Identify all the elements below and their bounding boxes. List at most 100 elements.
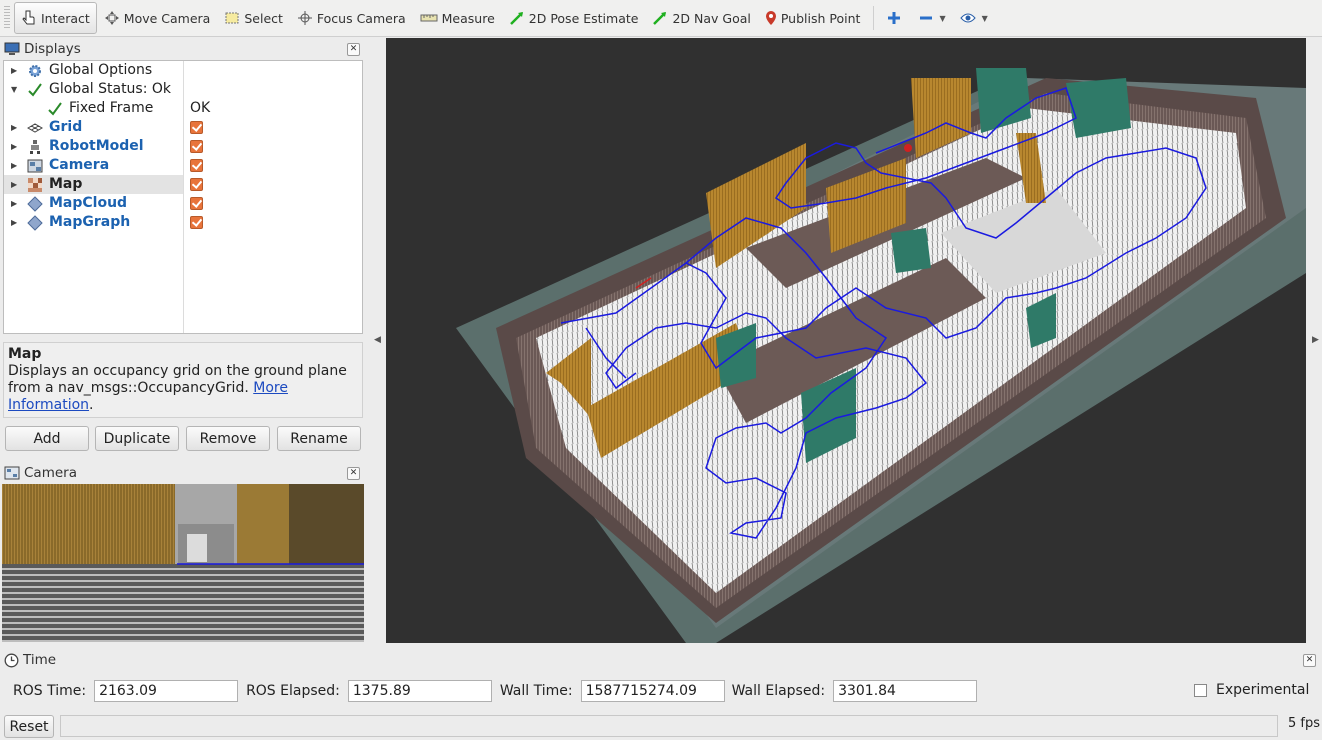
tree-label: MapCloud [49,195,128,211]
more-information-link-cont[interactable]: Information [8,397,89,413]
expand-arrow-icon[interactable]: ▶ [11,161,17,170]
time-panel-header: Time ✕ [4,650,1322,670]
add-button[interactable]: Add [5,426,89,451]
grid-enabled-checkbox[interactable] [190,121,203,134]
more-information-link[interactable]: More [253,380,288,396]
clock-icon [4,653,19,667]
displays-panel-header: Displays ✕ [4,39,364,59]
expand-arrow-icon[interactable]: ▶ [11,142,17,151]
remove-tool-button[interactable]: ▼ [912,3,952,33]
green-arrow-icon [509,12,523,25]
tree-row-global-status[interactable]: ▼ Global Status: Ok [4,80,362,99]
fixed-frame-status-value: OK [190,100,211,116]
main-toolbar: Interact Move Camera Select Focus Camera… [0,0,1322,37]
rename-button[interactable]: Rename [277,426,361,451]
reset-button[interactable]: Reset [4,715,54,738]
move-camera-tool-button[interactable]: Move Camera [97,3,218,33]
tree-row-robotmodel[interactable]: ▶ RobotModel [4,137,362,156]
select-tool-button[interactable]: Select [217,3,290,33]
chevron-down-icon: ▼ [939,13,946,23]
close-icon[interactable]: ✕ [347,43,360,56]
tree-label: Fixed Frame [69,100,154,116]
panels-visibility-button[interactable]: ▼ [953,3,995,33]
expand-arrow-icon[interactable]: ▶ [11,218,17,227]
wall-time-label: Wall Time: [499,683,573,699]
focus-camera-tool-button[interactable]: Focus Camera [290,3,413,33]
tree-row-mapcloud[interactable]: ▶ MapCloud [4,194,362,213]
green-arrow-icon [653,12,667,25]
displays-tree[interactable]: ▶ Global Options ▼ Global Status: Ok Fix… [3,60,363,334]
wall-elapsed-field[interactable] [833,680,978,702]
time-panel-title: Time [23,652,57,668]
wall-elapsed-label: Wall Elapsed: [731,683,826,699]
mapcloud-enabled-checkbox[interactable] [190,197,203,210]
tree-label: Camera [49,157,110,173]
tree-row-grid[interactable]: ▶ Grid [4,118,362,137]
2d-pose-estimate-tool-button[interactable]: 2D Pose Estimate [502,3,646,33]
map-grid-icon [28,178,42,192]
robot-icon [30,140,40,154]
status-bar: Reset 5 fps [0,713,1322,740]
interact-label: Interact [41,10,90,26]
publish-point-tool-button[interactable]: Publish Point [758,3,868,33]
ruler-icon [420,14,438,22]
publish-point-label: Publish Point [780,10,861,26]
map-pin-icon [765,11,776,25]
camera-panel-header: Camera ✕ [4,463,364,483]
camera-image [2,484,364,642]
collapse-arrow-icon[interactable]: ▼ [11,85,17,94]
tree-label: RobotModel [49,138,144,154]
collapse-right-dock-icon[interactable]: ▶ [1312,335,1319,345]
duplicate-button[interactable]: Duplicate [95,426,179,451]
move-camera-icon [104,11,119,25]
ros-time-field[interactable] [94,680,239,702]
camera-icon [27,159,43,173]
select-box-icon [225,12,239,24]
measure-label: Measure [441,10,495,26]
collapse-left-dock-icon[interactable]: ◀ [374,335,381,345]
display-description: Map Displays an occupancy grid on the gr… [3,342,363,418]
monitor-icon [4,42,20,55]
expand-arrow-icon[interactable]: ▶ [11,66,17,75]
select-label: Select [244,10,283,26]
toolbar-grip[interactable] [4,6,10,30]
tree-row-fixed-frame[interactable]: Fixed Frame OK [4,99,362,118]
tree-label: Global Options [49,62,153,78]
ros-time-label: ROS Time: [13,683,87,699]
3d-render-view[interactable] [386,38,1306,643]
camera-enabled-checkbox[interactable] [190,159,203,172]
robotmodel-enabled-checkbox[interactable] [190,140,203,153]
remove-button[interactable]: Remove [186,426,270,451]
close-icon[interactable]: ✕ [1303,654,1316,667]
focus-camera-label: Focus Camera [316,10,406,26]
displays-panel-title: Displays [24,41,81,57]
2d-nav-goal-tool-button[interactable]: 2D Nav Goal [645,3,757,33]
expand-arrow-icon[interactable]: ▶ [11,123,17,132]
camera-panel-icon [4,466,20,480]
tree-row-global-options[interactable]: ▶ Global Options [4,61,362,80]
expand-arrow-icon[interactable]: ▶ [11,199,17,208]
close-icon[interactable]: ✕ [347,467,360,480]
hand-pointer-icon [22,10,35,25]
map-enabled-checkbox[interactable] [190,178,203,191]
expand-arrow-icon[interactable]: ▶ [11,180,17,189]
tree-row-mapgraph[interactable]: ▶ MapGraph [4,213,362,232]
checkmark-icon [48,102,62,116]
description-tail: . [89,397,94,413]
tree-label: MapGraph [49,214,131,230]
tree-row-map[interactable]: ▶ Map [4,175,362,194]
camera-panel-title: Camera [24,465,77,481]
ros-elapsed-field[interactable] [347,680,492,702]
wall-time-field[interactable] [580,680,725,702]
add-tool-button[interactable] [880,3,912,33]
tree-row-camera[interactable]: ▶ Camera [4,156,362,175]
move-camera-label: Move Camera [123,10,211,26]
toolbar-separator [873,6,875,30]
interact-tool-button[interactable]: Interact [14,2,97,34]
measure-tool-button[interactable]: Measure [413,3,502,33]
tree-label: Map [49,176,83,192]
tree-label: Grid [49,119,83,135]
experimental-checkbox[interactable] [1194,684,1207,697]
status-message-area [60,715,1278,737]
mapgraph-enabled-checkbox[interactable] [190,216,203,229]
